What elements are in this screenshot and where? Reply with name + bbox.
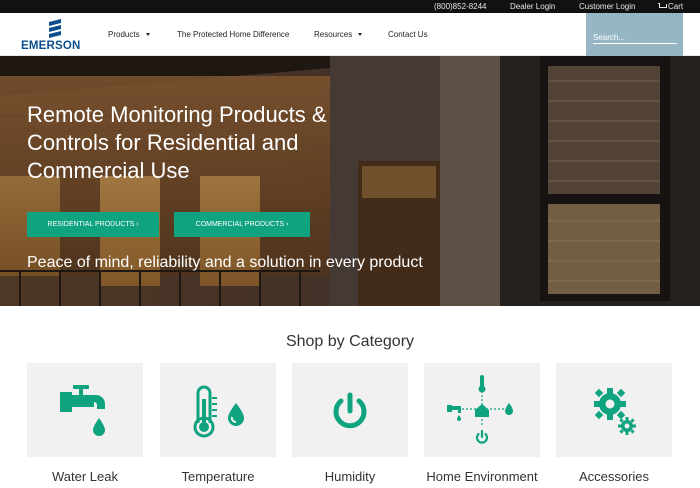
nav-contact-label: Contact Us — [388, 30, 428, 39]
faucet-drop-icon — [60, 385, 105, 436]
cart-link[interactable]: Cart — [658, 0, 683, 13]
category-tile — [424, 363, 540, 457]
category-humidity[interactable]: Humidity — [292, 363, 408, 484]
hero-title: Remote Monitoring Products & Controls fo… — [27, 102, 327, 183]
search-box — [586, 13, 683, 56]
category-label: Accessories — [578, 469, 650, 484]
nav-resources[interactable]: Resources — [314, 13, 363, 56]
category-tile — [27, 363, 143, 457]
utility-bar: (800)852-8244 Dealer Login Customer Logi… — [0, 0, 700, 13]
thermometer-drop-icon — [193, 385, 244, 438]
hero-tagline: Peace of mind, reliability and a solutio… — [27, 254, 423, 271]
category-tile — [556, 363, 672, 457]
category-home-environment[interactable]: Home Environment — [424, 363, 540, 484]
cart-icon — [658, 3, 667, 10]
power-icon — [333, 392, 367, 429]
nav-contact-us[interactable]: Contact Us — [388, 13, 428, 56]
category-tile — [160, 363, 276, 457]
category-accessories[interactable]: Accessories — [556, 363, 672, 484]
residential-products-button[interactable]: RESIDENTIAL PRODUCTS › — [27, 212, 159, 237]
emerson-logo[interactable]: EMERSON — [21, 18, 91, 52]
search-input[interactable] — [593, 31, 677, 44]
nav-products-label: Products — [108, 30, 140, 39]
customer-login-link[interactable]: Customer Login — [579, 0, 635, 13]
nav-protected-home-label: The Protected Home Difference — [177, 30, 290, 39]
shop-by-category-heading: Shop by Category — [285, 333, 415, 350]
gears-icon — [594, 388, 636, 435]
phone-number-link[interactable]: (800)852-8244 — [434, 0, 486, 13]
category-water-leak[interactable]: Water Leak — [27, 363, 143, 484]
chevron-down-icon — [145, 33, 150, 36]
nav-protected-home-difference[interactable]: The Protected Home Difference — [177, 13, 289, 56]
category-temperature[interactable]: Temperature — [160, 363, 276, 484]
chevron-down-icon — [358, 33, 363, 36]
main-nav: EMERSON Products The Protected Home Diff… — [0, 13, 700, 56]
hero-banner: Remote Monitoring Products & Controls fo… — [0, 56, 700, 306]
commercial-products-button[interactable]: COMMERCIAL PRODUCTS › — [174, 212, 310, 237]
dealer-login-link[interactable]: Dealer Login — [510, 0, 555, 13]
home-environment-icon — [447, 375, 513, 444]
category-tile — [292, 363, 408, 457]
cart-label: Cart — [668, 2, 684, 11]
nav-resources-label: Resources — [314, 30, 353, 39]
nav-products[interactable]: Products — [108, 13, 150, 56]
logo-text: EMERSON — [21, 40, 81, 52]
emerson-logo-mark-icon — [49, 19, 61, 38]
